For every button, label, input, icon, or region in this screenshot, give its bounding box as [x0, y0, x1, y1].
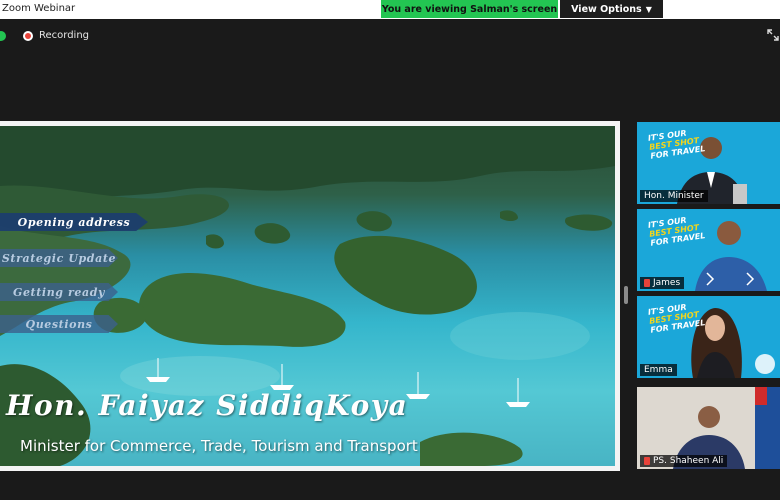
chevron-down-icon: ▼ — [645, 4, 652, 14]
agenda-item-strategic-update: Strategic Update — [0, 249, 118, 267]
participant-tile[interactable]: IT'S OUR BEST SHOT FOR TRAVEL Hon. Minis… — [637, 122, 780, 204]
presentation-slide: Opening address Strategic Update Getting… — [0, 126, 615, 466]
participant-tile-active-speaker[interactable]: IT'S OUR BEST SHOT FOR TRAVEL Emma — [637, 296, 780, 378]
recording-icon — [23, 31, 33, 41]
participant-name-tag: Hon. Minister — [640, 190, 708, 202]
view-options-label: View Options — [571, 3, 642, 15]
muted-mic-icon — [644, 457, 650, 465]
speaker-name: Hon. Faiyaz SiddiqKoya — [6, 389, 409, 422]
shared-screen: Opening address Strategic Update Getting… — [0, 121, 620, 471]
agenda-item-opening-address: Opening address — [0, 213, 148, 231]
window-title: Zoom Webinar — [2, 3, 76, 14]
participant-name: Emma — [644, 365, 673, 375]
encryption-shield-icon[interactable] — [0, 31, 6, 41]
participant-name: James — [653, 278, 681, 288]
agenda-item-questions: Questions — [0, 315, 118, 333]
viewing-screen-banner: You are viewing Salman's screen — [381, 0, 558, 18]
title-bar: Zoom Webinar You are viewing Salman's sc… — [0, 0, 780, 19]
participant-name-tag: James — [640, 277, 685, 289]
participant-name: Hon. Minister — [644, 191, 704, 201]
recording-label: Recording — [39, 30, 90, 41]
participant-tile[interactable]: IT'S OUR BEST SHOT FOR TRAVEL James — [637, 209, 780, 291]
panel-resize-handle[interactable] — [624, 286, 628, 304]
participant-name: PS. Shaheen Ali — [653, 456, 724, 466]
speaker-title: Minister for Commerce, Trade, Tourism an… — [20, 437, 418, 455]
fullscreen-icon[interactable] — [766, 28, 780, 42]
agenda-item-getting-ready: Getting ready — [0, 283, 118, 301]
participant-name-tag: Emma — [640, 364, 677, 376]
muted-mic-icon — [644, 279, 650, 287]
view-options-button[interactable]: View Options ▼ — [560, 0, 663, 18]
participant-name-tag: PS. Shaheen Ali — [640, 455, 728, 467]
participant-tile[interactable]: PS. Shaheen Ali — [637, 387, 780, 469]
